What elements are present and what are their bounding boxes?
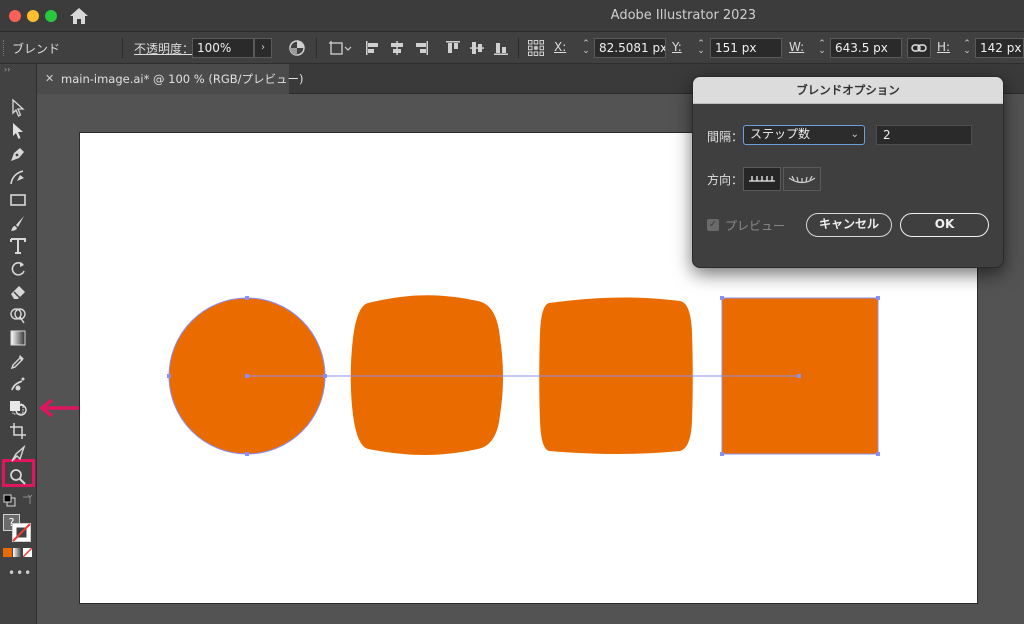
y-label: Y: (672, 40, 682, 54)
constrain-proportions-button[interactable] (907, 38, 931, 58)
align-to-page-icon (749, 176, 775, 182)
transform-reference-icon[interactable] (328, 39, 352, 57)
color-mode-button[interactable] (3, 548, 12, 557)
spacing-label: 間隔： (707, 130, 744, 144)
document-tab[interactable]: ✕ main-image.ai* @ 100 % (RGB/プレビュー) (37, 64, 304, 94)
align-left-icon[interactable] (364, 39, 382, 57)
slice-tool-icon[interactable] (8, 444, 28, 464)
link-icon (911, 44, 927, 52)
default-fill-stroke-icon[interactable] (3, 494, 16, 507)
align-bottom-icon[interactable] (492, 39, 510, 57)
gradient-mode-button[interactable] (13, 548, 22, 557)
title-bar: Adobe Illustrator 2023 (0, 0, 1024, 32)
preview-label[interactable]: プレビュー (725, 217, 785, 234)
zoom-tool-icon[interactable] (8, 467, 28, 487)
tools-panel: ›› ? ••• (0, 64, 37, 624)
curvature-tool-icon[interactable] (8, 167, 28, 187)
dialog-title-bar[interactable]: ブレンドオプション (693, 77, 1003, 104)
artboard-tool-icon[interactable] (8, 421, 28, 441)
y-input[interactable]: 151 px (710, 38, 782, 58)
y-stepper[interactable]: ⌃ ⌄ (697, 40, 705, 56)
gradient-tool-icon[interactable] (8, 328, 28, 348)
orientation-label: 方向： (707, 173, 744, 187)
opacity-input[interactable]: 100% (192, 38, 254, 58)
reference-point-icon[interactable] (527, 39, 545, 57)
rotate-tool-icon[interactable] (8, 259, 28, 279)
opacity-dropdown-button[interactable]: › (254, 38, 272, 58)
eraser-tool-icon[interactable] (8, 282, 28, 302)
shape-builder-tool-icon[interactable] (8, 305, 28, 325)
h-input[interactable]: 142 px (975, 38, 1024, 58)
close-tab-icon[interactable]: ✕ (45, 64, 54, 94)
selection-tool-icon[interactable] (8, 98, 28, 118)
direct-selection-tool-icon[interactable] (8, 121, 28, 141)
align-right-icon[interactable] (412, 39, 430, 57)
chevron-down-icon: ⌄ (850, 129, 859, 140)
align-horizontal-center-icon[interactable] (388, 39, 406, 57)
blend-tool-icon[interactable] (8, 398, 28, 418)
blend-options-dialog: ブレンドオプション 間隔： ステップ数 ⌄ 2 方向： ✓ プレビュー キャンセ… (692, 76, 1004, 268)
divider (518, 38, 519, 58)
align-vertical-center-icon[interactable] (468, 39, 486, 57)
dialog-title: ブレンドオプション (796, 83, 900, 97)
divider (316, 38, 317, 58)
divider (122, 38, 123, 58)
eyedropper-tool-icon[interactable] (8, 351, 28, 371)
preview-checkbox[interactable]: ✓ (707, 219, 719, 231)
recolor-artwork-icon[interactable] (288, 39, 306, 57)
edit-toolbar-icon[interactable]: ••• (8, 566, 32, 580)
cancel-button[interactable]: キャンセル (806, 213, 892, 237)
h-label: H: (937, 40, 951, 54)
x-stepper[interactable]: ⌃ ⌄ (582, 40, 590, 56)
app-title: Adobe Illustrator 2023 (610, 8, 756, 23)
align-to-path-icon (788, 175, 816, 184)
align-to-page-button[interactable] (743, 167, 781, 191)
x-input[interactable]: 82.5081 px (594, 38, 666, 58)
swap-fill-stroke-icon[interactable] (20, 494, 33, 507)
opacity-label[interactable]: 不透明度： (134, 40, 194, 57)
panel-grip-icon (3, 40, 6, 56)
spacing-dropdown[interactable]: ステップ数 ⌄ (743, 125, 865, 145)
type-tool-icon[interactable] (8, 236, 28, 256)
stroke-swatch[interactable] (12, 523, 31, 542)
panel-collapse-icon[interactable]: ›› (4, 65, 10, 74)
h-stepper[interactable]: ⌃ ⌄ (963, 40, 971, 56)
document-tab-title: main-image.ai* @ 100 % (RGB/プレビュー) (61, 72, 304, 86)
none-mode-button[interactable] (23, 548, 32, 557)
w-label: W: (789, 40, 805, 54)
symbol-sprayer-tool-icon[interactable] (8, 374, 28, 394)
selection-type-label: ブレンド (12, 42, 61, 56)
ok-button[interactable]: OK (900, 213, 989, 237)
align-top-icon[interactable] (444, 39, 462, 57)
pen-tool-icon[interactable] (8, 144, 28, 164)
paintbrush-tool-icon[interactable] (8, 213, 28, 233)
x-label: X: (554, 40, 567, 54)
align-to-path-button[interactable] (783, 167, 821, 191)
blend-step-1-shape[interactable] (350, 295, 503, 455)
w-input[interactable]: 643.5 px (830, 38, 902, 58)
w-stepper[interactable]: ⌃ ⌄ (818, 40, 826, 56)
spacing-selected-option: ステップ数 (750, 127, 811, 141)
rectangle-tool-icon[interactable] (8, 190, 28, 210)
steps-input[interactable]: 2 (876, 125, 972, 145)
control-bar: ブレンド 不透明度： 100% › X: ⌃ ⌄ 82.5081 px Y: ⌃… (0, 32, 1024, 64)
